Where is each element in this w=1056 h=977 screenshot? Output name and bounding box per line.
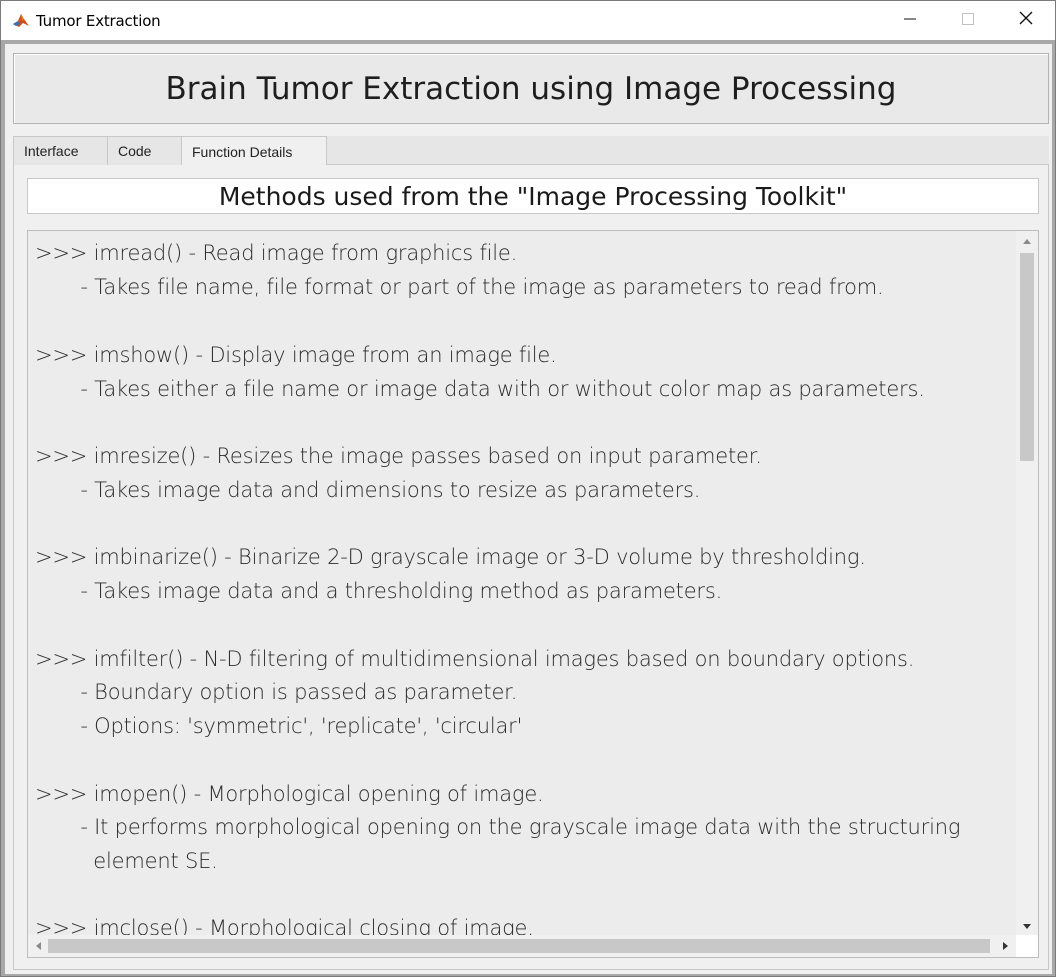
caret-up-icon [1023,231,1031,249]
text-line: element SE. [35,849,218,873]
tab-interface[interactable]: Interface [13,136,108,165]
text-line: - It performs morphological opening on t… [35,815,961,839]
text-content: >>> imread() - Read image from graphics … [28,231,1016,935]
minimize-button[interactable] [881,1,939,40]
function-details-textarea[interactable]: >>> imread() - Read image from graphics … [27,230,1039,958]
close-icon [1019,11,1033,30]
tab-strip: Interface Code Function Details [13,136,1049,166]
text-line: >>> imclose() - Morphological closing of… [35,916,534,935]
text-line: - Boundary option is passed as parameter… [35,680,518,704]
text-line: - Takes file name, file format or part o… [35,275,884,299]
app-window: Tumor Extraction Brain Tumor Extraction … [0,0,1056,977]
maximize-button[interactable] [939,1,997,40]
text-line: - Options: 'symmetric', 'replicate', 'ci… [35,714,523,738]
caret-right-icon [1003,937,1009,955]
page-title: Brain Tumor Extraction using Image Proce… [165,70,897,107]
minimize-icon [904,12,916,30]
text-line: - Takes either a file name or image data… [35,377,925,401]
tab-content: Methods used from the "Image Processing … [13,165,1049,970]
text-line: - Takes image data and a thresholding me… [35,579,723,603]
text-line: - Takes image data and dimensions to res… [35,478,701,502]
scroll-down-button[interactable] [1016,917,1038,935]
scrollbar-corner [1016,935,1038,957]
text-line: >>> imresize() - Resizes the image passe… [35,444,762,468]
header-panel: Brain Tumor Extraction using Image Proce… [13,53,1049,124]
maximize-icon [962,12,974,30]
text-line: >>> imread() - Read image from graphics … [35,241,518,265]
text-line: >>> imopen() - Morphological opening of … [35,782,544,806]
text-line: >>> imshow() - Display image from an ima… [35,343,557,367]
figure-canvas: Brain Tumor Extraction using Image Proce… [5,44,1052,974]
scroll-left-button[interactable] [28,935,48,957]
section-heading: Methods used from the "Image Processing … [27,178,1039,214]
vertical-scroll-thumb[interactable] [1020,253,1034,461]
scroll-up-button[interactable] [1016,231,1038,249]
caret-down-icon [1023,917,1031,935]
matlab-icon [12,12,30,30]
tab-function-details[interactable]: Function Details [181,136,327,166]
close-button[interactable] [997,1,1055,40]
title-bar[interactable]: Tumor Extraction [1,1,1055,40]
caret-left-icon [35,937,41,955]
tab-code[interactable]: Code [107,136,182,165]
scroll-right-button[interactable] [996,935,1016,957]
vertical-scrollbar[interactable] [1016,231,1038,935]
horizontal-scrollbar[interactable] [28,935,1016,957]
text-line: >>> imfilter() - N-D filtering of multid… [35,647,915,671]
text-line: >>> imbinarize() - Binarize 2-D grayscal… [35,545,866,569]
horizontal-scroll-thumb[interactable] [48,939,990,953]
tab-group: Interface Code Function Details Methods … [13,136,1049,970]
window-title: Tumor Extraction [36,12,161,30]
window-body: Brain Tumor Extraction using Image Proce… [1,40,1055,976]
